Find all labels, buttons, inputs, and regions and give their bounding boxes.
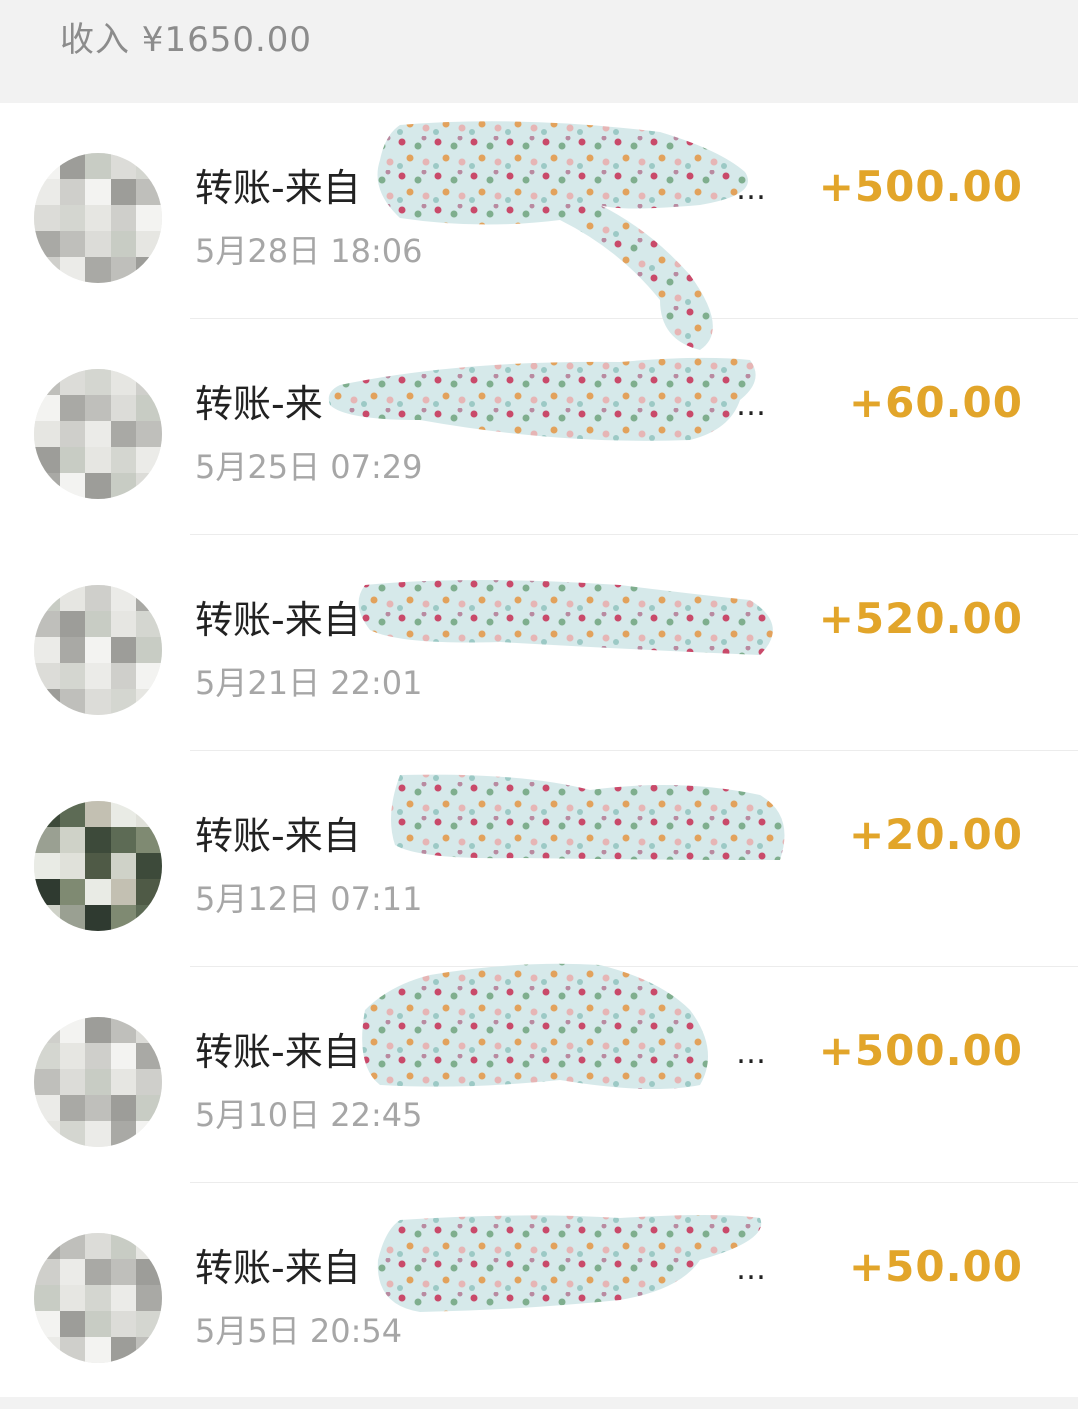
redaction-scribble bbox=[328, 357, 756, 441]
redaction-scribble bbox=[362, 963, 708, 1089]
redaction-scribble bbox=[377, 121, 748, 350]
redaction-overlay bbox=[328, 121, 785, 1312]
redaction-scribble bbox=[377, 1215, 762, 1312]
redaction-scribble bbox=[358, 580, 773, 655]
redaction-scribble bbox=[391, 774, 785, 860]
bottom-band bbox=[0, 1397, 1078, 1409]
